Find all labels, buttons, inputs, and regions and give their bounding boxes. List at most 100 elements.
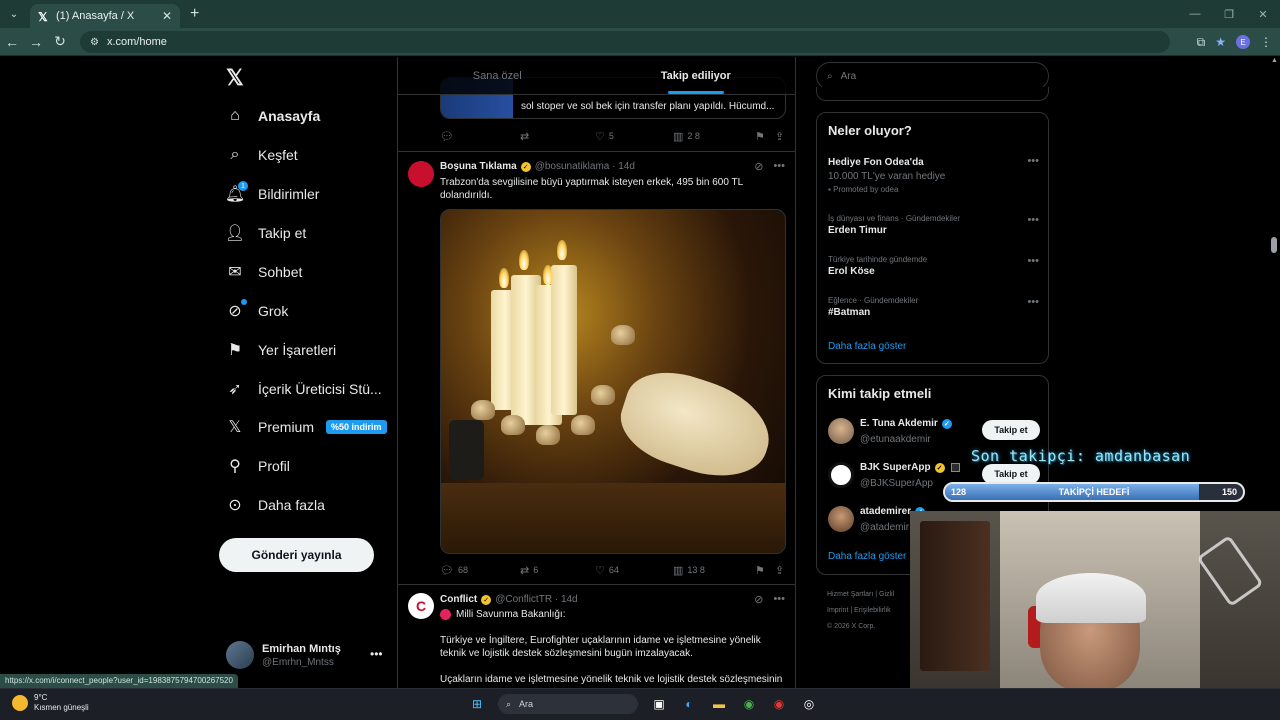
bookmark-button[interactable]: ⚑ <box>755 130 775 143</box>
trend-more-icon[interactable]: ••• <box>1027 155 1039 167</box>
post-button[interactable]: Gönderi yayınla <box>219 538 374 572</box>
nav-item-chat[interactable]: ✉ Sohbet <box>224 257 302 287</box>
trend-more-icon[interactable]: ••• <box>1027 214 1039 226</box>
weather-temp: 9°C <box>34 693 48 702</box>
reply-button[interactable]: 💬︎ <box>440 130 520 143</box>
edge-icon[interactable]: ◐ <box>680 695 698 713</box>
reply-icon: 💬︎ <box>440 130 454 143</box>
tweet-image[interactable] <box>440 209 786 554</box>
profile-avatar[interactable]: E <box>1236 35 1250 49</box>
scroll-up-icon[interactable]: ▲ <box>1271 57 1278 64</box>
nav-item-explore[interactable]: ⌕ Keşfet <box>224 140 298 170</box>
tweet-more-icon[interactable]: ••• <box>773 593 785 606</box>
views-icon: ▥ <box>673 564 684 577</box>
trend-more-icon[interactable]: ••• <box>1027 255 1039 267</box>
avatar <box>828 462 854 488</box>
follow-button[interactable]: Takip et <box>982 420 1040 440</box>
tab-following[interactable]: Takip ediliyor <box>597 57 796 94</box>
nav-item-more[interactable]: ⊙ Daha fazla <box>224 490 325 520</box>
trend-name: Erden Timur <box>828 225 887 236</box>
nav-item-premium[interactable]: 𝕏 Premium %50 indirim <box>224 412 387 442</box>
forward-icon[interactable]: → <box>24 34 48 50</box>
site-info-icon[interactable]: ⚙ <box>90 37 99 48</box>
install-icon[interactable]: ⧉ <box>1197 35 1206 50</box>
trend-item[interactable]: Hediye Fon Odea'da 10.000 TL'ye varan he… <box>828 155 1043 194</box>
chrome-icon[interactable]: ◉ <box>740 695 758 713</box>
trends-show-more-link[interactable]: Daha fazla göster <box>828 341 906 352</box>
trend-item[interactable]: Eğlence · Gündemdekiler #Batman ••• <box>828 296 1043 318</box>
nav-item-creator-studio[interactable]: ➶ İçerik Üreticisi Stü... <box>224 374 381 404</box>
nav-item-notifications[interactable]: 🔔︎ 1 Bildirimler <box>224 179 319 209</box>
nav-item-bookmarks[interactable]: ⚑ Yer İşaretleri <box>224 335 336 365</box>
task-view-icon[interactable]: ▣ <box>650 695 668 713</box>
bookmark-button[interactable]: ⚑ <box>755 564 775 577</box>
tweet-more-icon[interactable]: ••• <box>773 160 785 173</box>
avatar <box>226 641 254 669</box>
repost-button[interactable]: ⇄ 6 <box>520 564 595 577</box>
trends-title: Neler oluyor? <box>828 123 912 138</box>
nav-item-grok[interactable]: ⊘ Grok <box>224 296 288 326</box>
scrollbar-thumb[interactable] <box>1271 237 1277 253</box>
views-count: 2 8 <box>687 131 700 141</box>
avatar[interactable] <box>408 161 434 187</box>
file-explorer-icon[interactable]: ▬ <box>710 695 728 713</box>
x-logo-icon[interactable]: 𝕏 <box>226 65 244 91</box>
like-button[interactable]: ♡ 5 <box>595 130 673 143</box>
tweet-line: Türkiye ve İngiltere, Eurofighter uçakla… <box>440 635 761 659</box>
back-icon[interactable]: ← <box>0 34 24 50</box>
grok-explain-icon[interactable]: ⊘ <box>754 160 763 173</box>
close-tab-icon[interactable]: ✕ <box>162 9 172 23</box>
obs-icon[interactable]: ◎ <box>800 695 818 713</box>
share-button[interactable]: ⇪ <box>775 564 784 577</box>
nav-item-profile[interactable]: ⚲ Profil <box>224 451 290 481</box>
tweet-author-name[interactable]: Conflict <box>440 594 477 605</box>
search-input[interactable]: ⌕ Ara <box>816 62 1049 90</box>
close-window-icon[interactable]: ✕ <box>1246 8 1280 21</box>
share-button[interactable]: ⇪ <box>775 130 784 143</box>
new-tab-button[interactable]: + <box>190 5 199 23</box>
tweet-time[interactable]: 14d <box>561 594 578 605</box>
trend-more-icon[interactable]: ••• <box>1027 296 1039 308</box>
tweet-actions: 💬︎ 68 ⇄ 6 ♡ 64 ▥ 13 8 ⚑ ⇪ <box>440 562 790 578</box>
chrome-profile-icon[interactable]: ◉ <box>770 695 788 713</box>
nav-item-follow[interactable]: 👤︎ Takip et <box>224 218 306 248</box>
account-switcher[interactable]: Emirhan Mıntış @Emrhn_Mntss <box>226 641 341 669</box>
who-to-follow-show-more-link[interactable]: Daha fazla göster <box>828 551 906 562</box>
reload-icon[interactable]: ↻ <box>48 33 72 50</box>
suggested-account[interactable]: E. Tuna Akdemir ✓ @etunaakdemir Takip et <box>828 416 1043 448</box>
minimize-icon[interactable]: — <box>1178 8 1212 20</box>
x-favicon-icon: 𝕏 <box>38 10 48 24</box>
bookmark-star-icon[interactable]: ★ <box>1215 35 1226 49</box>
follow-button[interactable]: Takip et <box>982 464 1040 484</box>
footer-line[interactable]: Hizmet Şartları | Gizlil <box>827 587 894 603</box>
views-button[interactable]: ▥ 2 8 <box>673 130 755 143</box>
weather-widget[interactable]: 9°C Kısmen güneşli <box>12 693 89 713</box>
account-more-icon[interactable]: ••• <box>370 647 383 661</box>
windows-start-icon[interactable]: ⊞ <box>468 695 486 713</box>
tab-for-you[interactable]: Sana özel <box>398 57 597 94</box>
tweet-time[interactable]: 14d <box>618 161 635 172</box>
tweet-author-handle[interactable]: @ConflictTR <box>495 594 552 605</box>
verified-badge-icon: ✓ <box>481 594 492 605</box>
maximize-icon[interactable]: ❐ <box>1212 8 1246 21</box>
footer-line[interactable]: Imprint | Erişilebilirlik <box>827 603 894 619</box>
avatar[interactable]: C <box>408 593 434 619</box>
grok-explain-icon[interactable]: ⊘ <box>754 593 763 606</box>
trend-item[interactable]: İş dünyası ve finans · Gündemdekiler Erd… <box>828 214 1043 236</box>
repost-button[interactable]: ⇄ <box>520 130 595 143</box>
browser-menu-icon[interactable]: ⋮ <box>1260 35 1272 49</box>
tweet-header: Conflict ✓ @ConflictTR · 14d <box>440 594 578 605</box>
reply-button[interactable]: 💬︎ 68 <box>440 564 520 577</box>
trend-item[interactable]: Türkiye tarihinde gündemde Erol Köse ••• <box>828 255 1043 277</box>
browser-tab[interactable]: 𝕏 (1) Anasayfa / X ✕ <box>30 4 180 28</box>
nav-item-home[interactable]: ⌂ Anasayfa <box>224 101 320 131</box>
views-button[interactable]: ▥ 13 8 <box>673 564 755 577</box>
like-button[interactable]: ♡ 64 <box>595 564 673 577</box>
tweet-author-handle[interactable]: @bosunatiklama <box>535 161 610 172</box>
bookmark-icon: ⚑ <box>755 130 765 143</box>
tab-list-button[interactable]: ⌄ <box>4 4 24 24</box>
omnibox[interactable]: ⚙ x.com/home <box>80 31 1170 53</box>
weather-desc: Kısmen güneşli <box>34 703 89 712</box>
tweet-author-name[interactable]: Boşuna Tıklama <box>440 161 517 172</box>
taskbar-search[interactable]: ⌕ Ara <box>498 694 638 714</box>
